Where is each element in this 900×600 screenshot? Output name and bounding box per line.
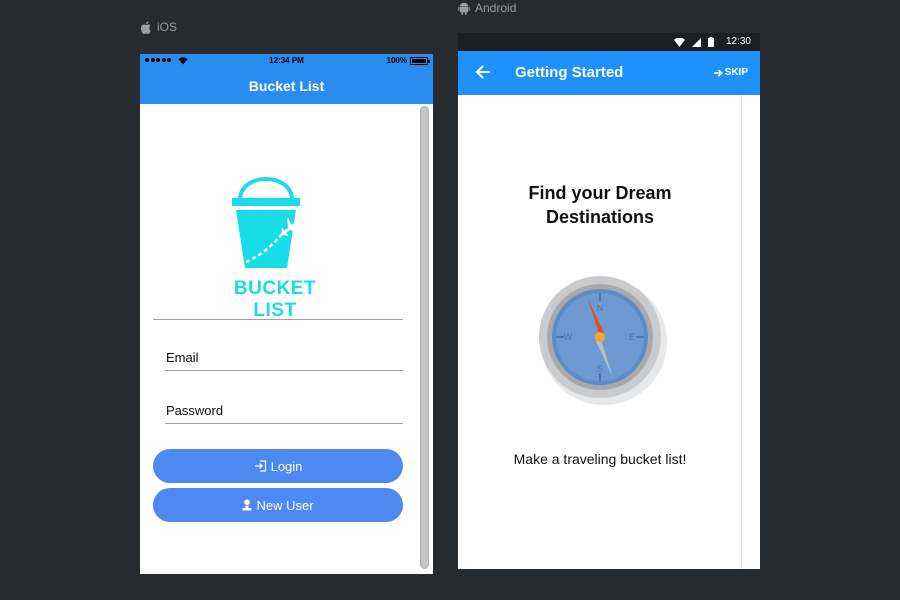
- battery-icon: [410, 57, 430, 65]
- new-user-button[interactable]: New User: [153, 488, 403, 522]
- email-field-underline: [165, 370, 403, 371]
- android-label-text: Android: [475, 1, 517, 15]
- onboarding-subtitle: Make a traveling bucket list!: [513, 451, 687, 467]
- appbar-title: Getting Started: [515, 64, 624, 81]
- battery-icon: [708, 37, 714, 47]
- cell-signal-icon: [692, 37, 701, 47]
- logo-divider: [153, 319, 403, 320]
- android-icon: [458, 2, 470, 15]
- bucket-list-logo: BUCKET LIST: [210, 164, 340, 321]
- bucket-logo-icon: [232, 177, 300, 268]
- ios-nav-title: Bucket List: [140, 68, 433, 104]
- skip-arrow-icon: [713, 68, 723, 77]
- new-user-button-label: New User: [256, 497, 314, 513]
- login-button[interactable]: Login: [153, 449, 403, 483]
- user-icon: [242, 499, 252, 511]
- skip-button-label: SKIP: [724, 67, 748, 78]
- ios-battery-percent: 100%: [386, 56, 407, 65]
- ios-scrollbar[interactable]: [420, 106, 429, 569]
- wifi-icon: [674, 37, 685, 47]
- android-status-bar: 12:30: [458, 33, 760, 51]
- ios-label-text: iOS: [157, 20, 178, 34]
- svg-text:E: E: [629, 332, 635, 342]
- svg-text:S: S: [597, 364, 603, 374]
- password-field[interactable]: Password: [166, 403, 223, 418]
- ios-platform-label: iOS: [141, 20, 177, 34]
- ios-phone-screen: 12:34 PM 100% Bucket List BUCKET LIST Em…: [140, 54, 433, 574]
- apple-icon: [141, 20, 151, 34]
- ios-status-bar: 12:34 PM 100%: [140, 54, 433, 68]
- back-arrow-icon[interactable]: [475, 64, 491, 80]
- password-field-underline: [165, 423, 403, 424]
- login-icon: [254, 460, 266, 472]
- android-status-time: 12:30: [725, 36, 751, 47]
- logo-wordmark: BUCKET LIST: [233, 278, 317, 321]
- android-scroll-track: [741, 95, 742, 569]
- email-field[interactable]: Email: [166, 350, 199, 365]
- svg-text:N: N: [597, 303, 604, 313]
- skip-button[interactable]: SKIP: [713, 67, 748, 78]
- android-phone-screen: 12:30 Getting Started SKIP Find your Dre…: [458, 33, 760, 569]
- compass-icon: N S W E: [539, 276, 667, 405]
- onboarding-heading: Find your Dream Destinations: [528, 183, 672, 227]
- svg-text:W: W: [564, 332, 573, 342]
- android-platform-label: Android: [458, 1, 516, 15]
- login-button-label: Login: [270, 458, 303, 474]
- android-app-bar: Getting Started SKIP: [458, 51, 760, 95]
